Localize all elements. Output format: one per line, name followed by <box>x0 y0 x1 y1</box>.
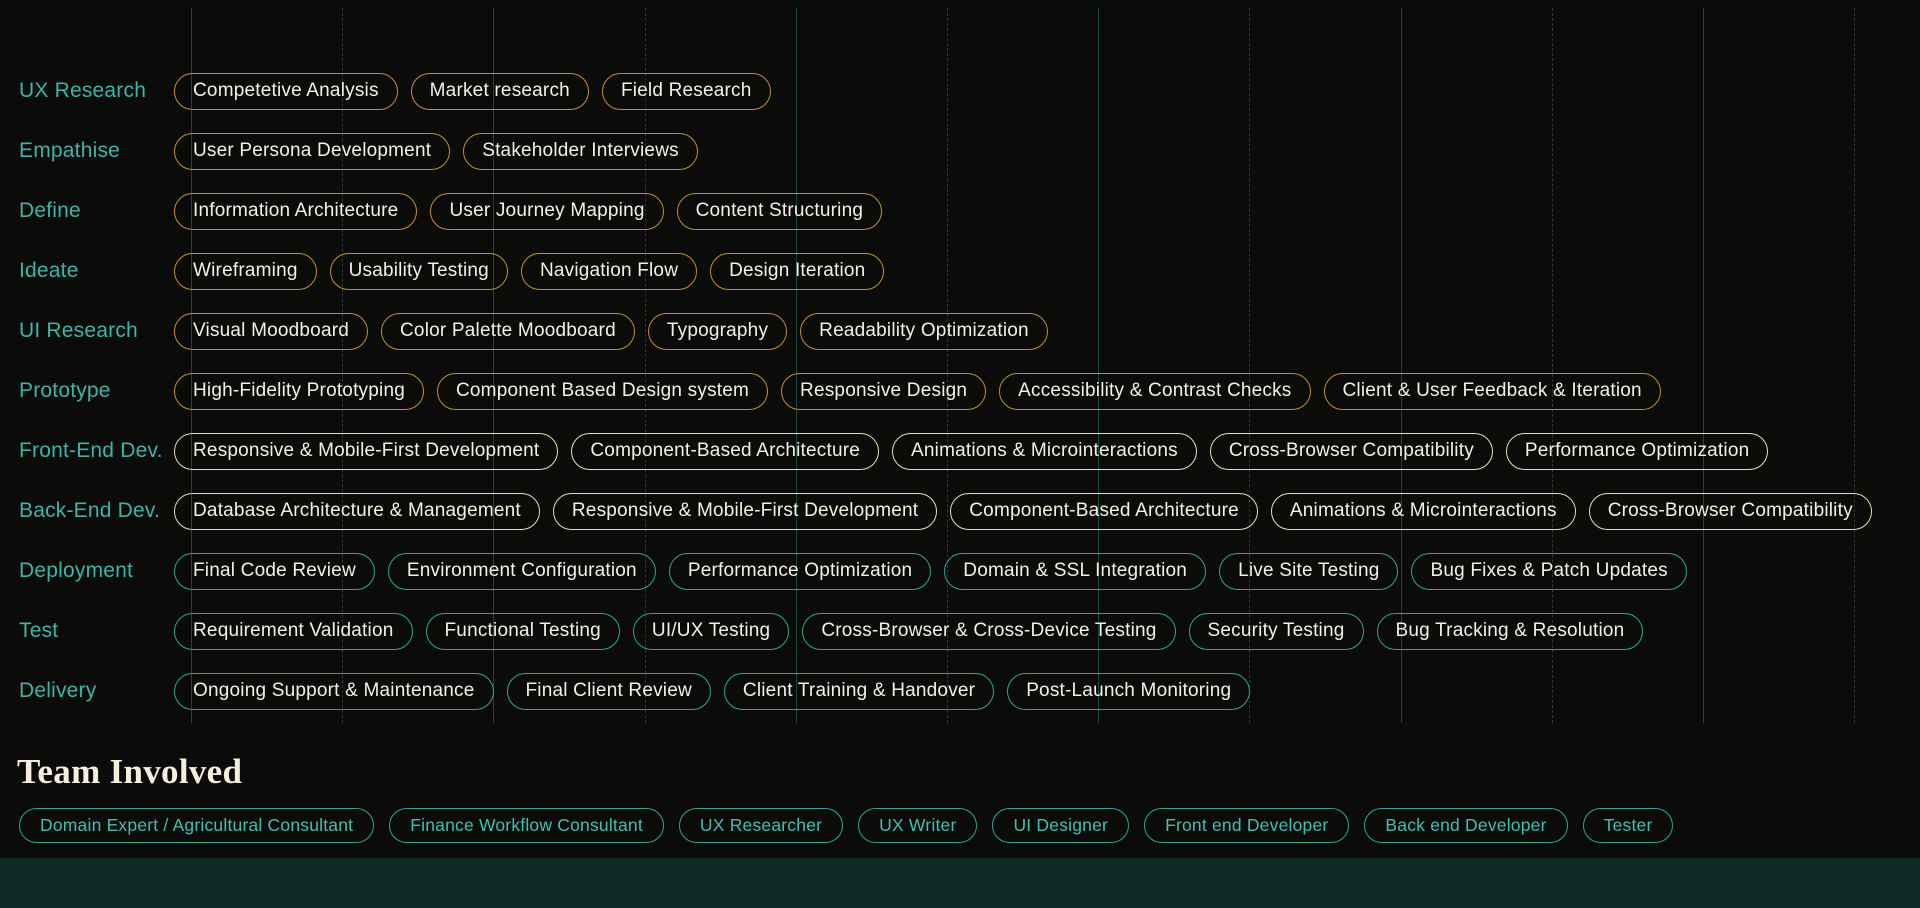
workflow-chip: Ongoing Support & Maintenance <box>174 673 494 710</box>
chip-group: Information Architecture User Journey Map… <box>174 193 882 230</box>
workflow-row: UX ResearchCompetetive Analysis Market re… <box>0 61 1920 121</box>
workflow-chip: Post-Launch Monitoring <box>1007 673 1250 710</box>
workflow-chip: Component-Based Architecture <box>571 433 879 470</box>
workflow-row: DeliveryOngoing Support & Maintenance Fin… <box>0 661 1920 721</box>
chip-group: Wireframing Usability Testing Navigation F… <box>174 253 884 290</box>
workflow-row: Front-End Dev.Responsive & Mobile-First … <box>0 421 1920 481</box>
workflow-chip: Environment Configuration <box>388 553 656 590</box>
workflow-chip: Bug Tracking & Resolution <box>1377 613 1644 650</box>
workflow-chip: Readability Optimization <box>800 313 1048 350</box>
workflow-chip: High-Fidelity Prototyping <box>174 373 424 410</box>
workflow-chip: Stakeholder Interviews <box>463 133 698 170</box>
workflow-chip: Security Testing <box>1189 613 1364 650</box>
workflow-chip: Component Based Design system <box>437 373 768 410</box>
workflow-chip: Cross-Browser & Cross-Device Testing <box>802 613 1175 650</box>
phase-label: Define <box>0 199 174 223</box>
workflow-chip: Cross-Browser Compatibility <box>1210 433 1493 470</box>
phase-label: Delivery <box>0 679 174 703</box>
phase-label: Prototype <box>0 379 174 403</box>
phase-label: Deployment <box>0 559 174 583</box>
workflow-rows: UX ResearchCompetetive Analysis Market re… <box>0 61 1920 721</box>
workflow-chip: Typography <box>648 313 787 350</box>
team-member-chip: Domain Expert / Agricultural Consultant <box>19 808 374 843</box>
workflow-chip: Competetive Analysis <box>174 73 398 110</box>
workflow-chip: Database Architecture & Management <box>174 493 540 530</box>
team-heading: Team Involved <box>17 752 242 792</box>
workflow-row: Back-End Dev.Database Architecture & Man… <box>0 481 1920 541</box>
team-row: Domain Expert / Agricultural Consultant F… <box>19 808 1910 843</box>
workflow-chip: Performance Optimization <box>669 553 931 590</box>
workflow-chip: Final Code Review <box>174 553 375 590</box>
workflow-chip: Functional Testing <box>426 613 620 650</box>
team-member-chip: Tester <box>1583 808 1674 843</box>
workflow-chip: Market research <box>411 73 589 110</box>
workflow-row: PrototypeHigh-Fidelity Prototyping Compon… <box>0 361 1920 421</box>
team-member-chip: Finance Workflow Consultant <box>389 808 664 843</box>
workflow-chip: Design Iteration <box>710 253 884 290</box>
chip-group: Competetive Analysis Market research Field… <box>174 73 771 110</box>
workflow-chip: Information Architecture <box>174 193 417 230</box>
workflow-chip: Animations & Microinteractions <box>892 433 1197 470</box>
phase-label: Back-End Dev. <box>0 499 174 523</box>
chip-group: Responsive & Mobile-First Development Com… <box>174 433 1768 470</box>
workflow-chip: Animations & Microinteractions <box>1271 493 1576 530</box>
workflow-row: IdeateWireframing Usability Testing Naviga… <box>0 241 1920 301</box>
chip-group: Database Architecture & Management Respon… <box>174 493 1872 530</box>
footer-band <box>0 858 1920 908</box>
workflow-chip: Final Client Review <box>507 673 711 710</box>
workflow-chip: Live Site Testing <box>1219 553 1398 590</box>
workflow-chip: Accessibility & Contrast Checks <box>999 373 1310 410</box>
phase-label: Test <box>0 619 174 643</box>
workflow-chip: UI/UX Testing <box>633 613 789 650</box>
workflow-chip: Responsive & Mobile-First Development <box>553 493 937 530</box>
phase-label: UX Research <box>0 79 174 103</box>
workflow-chip: Cross-Browser Compatibility <box>1589 493 1872 530</box>
team-member-chip: Back end Developer <box>1364 808 1567 843</box>
workflow-chip: User Journey Mapping <box>430 193 663 230</box>
workflow-chip: Client Training & Handover <box>724 673 994 710</box>
chip-group: Final Code Review Environment Configurati… <box>174 553 1687 590</box>
workflow-chip: Responsive & Mobile-First Development <box>174 433 558 470</box>
phase-label: Front-End Dev. <box>0 439 174 463</box>
workflow-row: UI ResearchVisual Moodboard Color Palette… <box>0 301 1920 361</box>
workflow-chip: Usability Testing <box>330 253 508 290</box>
workflow-chip: Requirement Validation <box>174 613 413 650</box>
team-member-chip: UI Designer <box>992 808 1129 843</box>
workflow-chip: User Persona Development <box>174 133 450 170</box>
phase-label: UI Research <box>0 319 174 343</box>
workflow-chip: Field Research <box>602 73 771 110</box>
chip-group: Requirement Validation Functional Testing… <box>174 613 1643 650</box>
phase-label: Empathise <box>0 139 174 163</box>
workflow-chip: Navigation Flow <box>521 253 697 290</box>
workflow-chip: Visual Moodboard <box>174 313 368 350</box>
team-member-chip: UX Writer <box>858 808 977 843</box>
workflow-board: UX ResearchCompetetive Analysis Market re… <box>0 0 1920 908</box>
workflow-chip: Performance Optimization <box>1506 433 1768 470</box>
chip-group: User Persona Development Stakeholder Inte… <box>174 133 698 170</box>
workflow-row: TestRequirement Validation Functional Tes… <box>0 601 1920 661</box>
chip-group: Ongoing Support & Maintenance Final Clien… <box>174 673 1250 710</box>
workflow-chip: Client & User Feedback & Iteration <box>1324 373 1661 410</box>
workflow-row: DeploymentFinal Code Review Environment C… <box>0 541 1920 601</box>
workflow-chip: Wireframing <box>174 253 317 290</box>
workflow-chip: Bug Fixes & Patch Updates <box>1411 553 1686 590</box>
workflow-chip: Component-Based Architecture <box>950 493 1258 530</box>
workflow-row: DefineInformation Architecture User Journ… <box>0 181 1920 241</box>
chip-group: High-Fidelity Prototyping Component Based… <box>174 373 1661 410</box>
phase-label: Ideate <box>0 259 174 283</box>
workflow-chip: Domain & SSL Integration <box>944 553 1206 590</box>
workflow-row: EmpathiseUser Persona Development Stakeho… <box>0 121 1920 181</box>
workflow-chip: Color Palette Moodboard <box>381 313 635 350</box>
workflow-chip: Responsive Design <box>781 373 986 410</box>
team-member-chip: UX Researcher <box>679 808 843 843</box>
chip-group: Visual Moodboard Color Palette Moodboard T… <box>174 313 1048 350</box>
team-member-chip: Front end Developer <box>1144 808 1349 843</box>
workflow-chip: Content Structuring <box>677 193 883 230</box>
